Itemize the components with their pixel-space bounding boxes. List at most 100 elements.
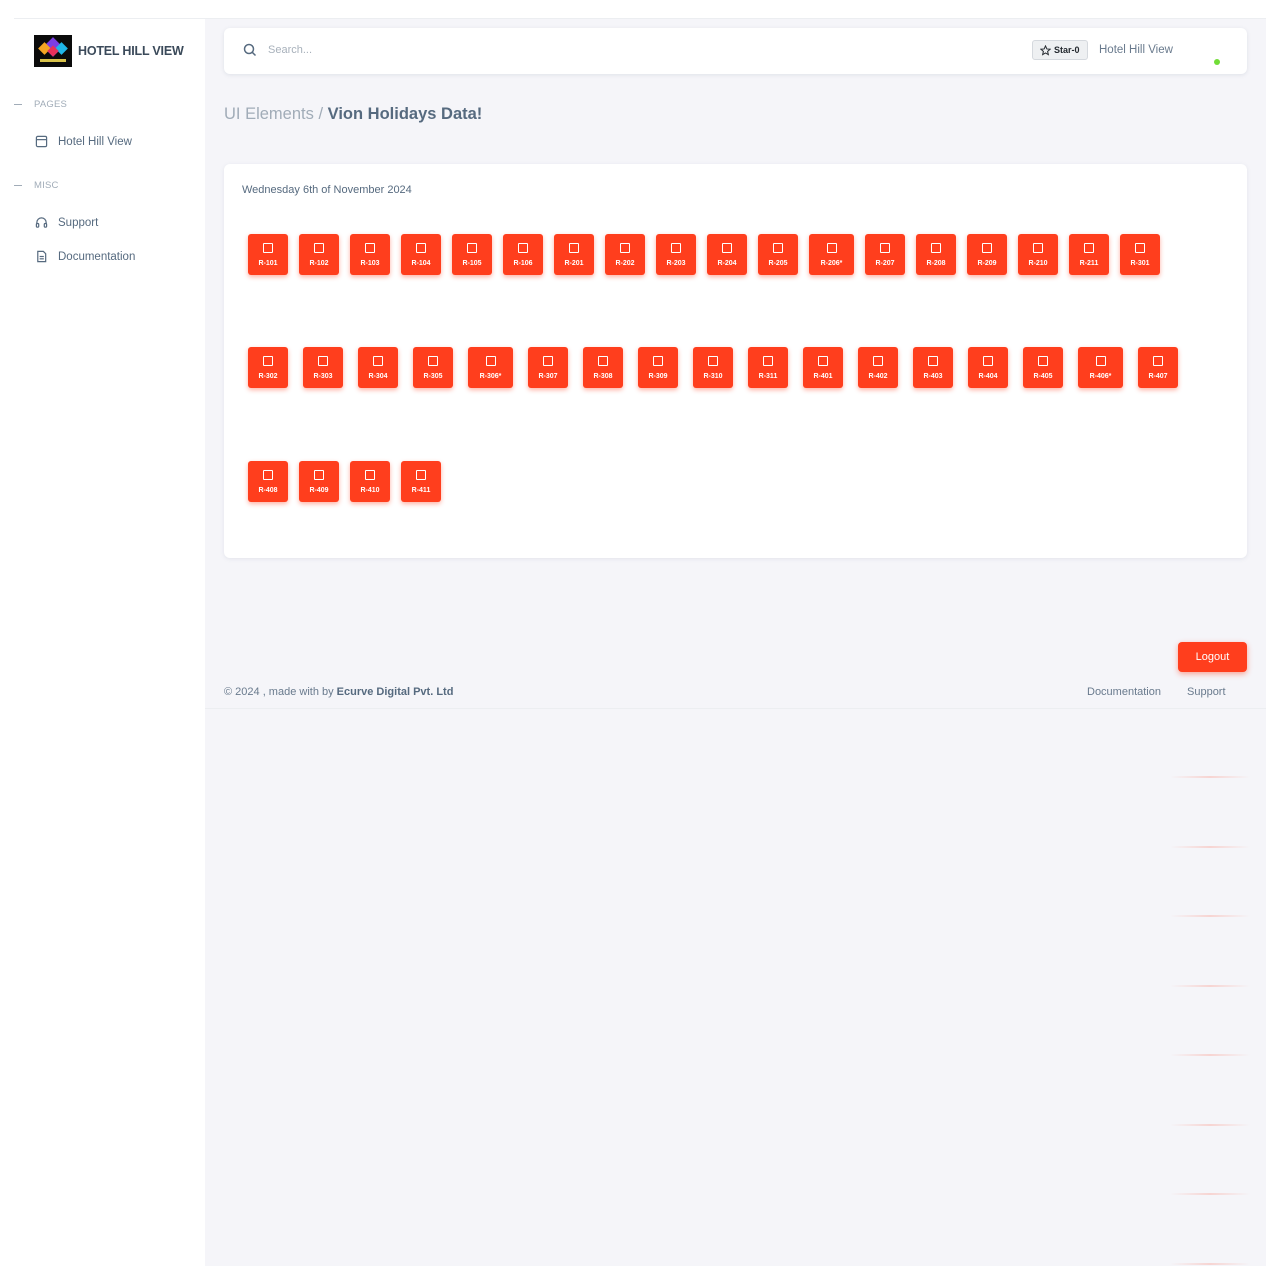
- layout-icon: [35, 135, 48, 148]
- star-icon: [1040, 44, 1051, 56]
- room-tile[interactable]: R-410: [350, 461, 390, 502]
- checkbox-icon: [931, 243, 941, 253]
- room-number: R-301: [1130, 260, 1150, 267]
- checkbox-icon: [671, 243, 681, 253]
- online-status-dot: [1214, 59, 1220, 65]
- room-number: R-206*: [820, 260, 843, 267]
- github-star-button[interactable]: Star -0: [1032, 40, 1088, 60]
- room-number: R-402: [868, 373, 888, 380]
- checkbox-icon: [263, 243, 273, 253]
- checkbox-icon: [880, 243, 890, 253]
- room-number: R-311: [758, 373, 778, 380]
- room-number: R-410: [360, 487, 380, 494]
- room-tile[interactable]: R-103: [350, 234, 390, 275]
- room-tile[interactable]: R-102: [299, 234, 339, 275]
- room-tile[interactable]: R-106: [503, 234, 543, 275]
- menu-header-pages: PAGES: [14, 99, 67, 110]
- room-tile[interactable]: R-203: [656, 234, 696, 275]
- room-tile[interactable]: R-308: [583, 347, 623, 388]
- room-tile[interactable]: R-405: [1023, 347, 1063, 388]
- footer-link-support[interactable]: Support: [1187, 686, 1226, 698]
- room-tile[interactable]: R-407: [1138, 347, 1178, 388]
- room-tile[interactable]: R-408: [248, 461, 288, 502]
- room-tile[interactable]: R-310: [693, 347, 733, 388]
- room-tile[interactable]: R-402: [858, 347, 898, 388]
- room-tile[interactable]: R-406*: [1078, 347, 1123, 388]
- room-tile[interactable]: R-204: [707, 234, 747, 275]
- room-tile[interactable]: R-207: [865, 234, 905, 275]
- room-tile[interactable]: R-411: [401, 461, 441, 502]
- room-tile[interactable]: R-101: [248, 234, 288, 275]
- room-tile[interactable]: R-210: [1018, 234, 1058, 275]
- footer-copyright: © 2024 , made with by Ecurve Digital Pvt…: [224, 686, 454, 698]
- room-number: R-207: [875, 260, 895, 267]
- room-number: R-303: [313, 373, 333, 380]
- checkbox-icon: [263, 356, 273, 366]
- room-tile[interactable]: R-211: [1069, 234, 1109, 275]
- search-input[interactable]: [268, 40, 418, 60]
- room-tile[interactable]: R-306*: [468, 347, 513, 388]
- room-tile[interactable]: R-311: [748, 347, 788, 388]
- checkbox-icon: [653, 356, 663, 366]
- checkbox-icon: [763, 356, 773, 366]
- room-number: R-208: [926, 260, 946, 267]
- checkbox-icon: [467, 243, 477, 253]
- room-number: R-411: [411, 487, 431, 494]
- checkbox-icon: [818, 356, 828, 366]
- room-tile[interactable]: R-307: [528, 347, 568, 388]
- room-tile[interactable]: R-208: [916, 234, 956, 275]
- room-tile[interactable]: R-401: [803, 347, 843, 388]
- brand[interactable]: HOTEL HILL VIEW: [34, 35, 184, 67]
- room-tile[interactable]: R-302: [248, 347, 288, 388]
- sidebar-item-label: Support: [58, 216, 99, 229]
- checkbox-icon: [722, 243, 732, 253]
- ghost-shadow: [1170, 846, 1250, 848]
- room-tile[interactable]: R-403: [913, 347, 953, 388]
- room-number: R-202: [615, 260, 635, 267]
- room-number: R-310: [703, 373, 723, 380]
- checkbox-icon: [365, 243, 375, 253]
- room-number: R-403: [923, 373, 943, 380]
- room-tile[interactable]: R-206*: [809, 234, 854, 275]
- checkbox-icon: [314, 470, 324, 480]
- breadcrumb-parent[interactable]: UI Elements: [224, 105, 314, 123]
- room-tile[interactable]: R-202: [605, 234, 645, 275]
- room-tile[interactable]: R-304: [358, 347, 398, 388]
- room-tile[interactable]: R-301: [1120, 234, 1160, 275]
- ghost-shadow: [1170, 985, 1250, 987]
- room-tile[interactable]: R-303: [303, 347, 343, 388]
- room-tile[interactable]: R-105: [452, 234, 492, 275]
- room-tile[interactable]: R-209: [967, 234, 1007, 275]
- ghost-shadow: [1170, 776, 1250, 778]
- room-tile[interactable]: R-205: [758, 234, 798, 275]
- checkbox-icon: [620, 243, 630, 253]
- user-name[interactable]: Hotel Hill View: [1099, 44, 1173, 56]
- checkbox-icon: [928, 356, 938, 366]
- checkbox-icon: [1135, 243, 1145, 253]
- rooms-row: R-302 R-303 R-304 R-305 R-306* R-307 R-308 R-30…: [248, 347, 1193, 388]
- room-number: R-204: [717, 260, 737, 267]
- checkbox-icon: [373, 356, 383, 366]
- footer-link-documentation[interactable]: Documentation: [1087, 686, 1161, 698]
- room-tile[interactable]: R-409: [299, 461, 339, 502]
- ghost-shadow: [1170, 1124, 1250, 1126]
- checkbox-icon: [318, 356, 328, 366]
- room-tile[interactable]: R-404: [968, 347, 1008, 388]
- sidebar-item-support[interactable]: Support: [35, 216, 98, 229]
- ghost-shadow: [1170, 1263, 1250, 1265]
- logout-button[interactable]: Logout: [1178, 642, 1247, 672]
- footer-company[interactable]: Ecurve Digital Pvt. Ltd: [337, 686, 454, 698]
- room-tile[interactable]: R-201: [554, 234, 594, 275]
- room-tile[interactable]: R-104: [401, 234, 441, 275]
- room-number: R-404: [978, 373, 998, 380]
- checkbox-icon: [314, 243, 324, 253]
- room-tile[interactable]: R-305: [413, 347, 453, 388]
- room-number: R-401: [813, 373, 833, 380]
- room-tile[interactable]: R-309: [638, 347, 678, 388]
- search-icon: [243, 43, 257, 57]
- ghost-shadow: [1170, 915, 1250, 917]
- room-number: R-210: [1028, 260, 1048, 267]
- sidebar-item-documentation[interactable]: Documentation: [35, 250, 135, 263]
- checkbox-icon: [1038, 356, 1048, 366]
- sidebar-item-hotel-hill-view[interactable]: Hotel Hill View: [35, 135, 132, 148]
